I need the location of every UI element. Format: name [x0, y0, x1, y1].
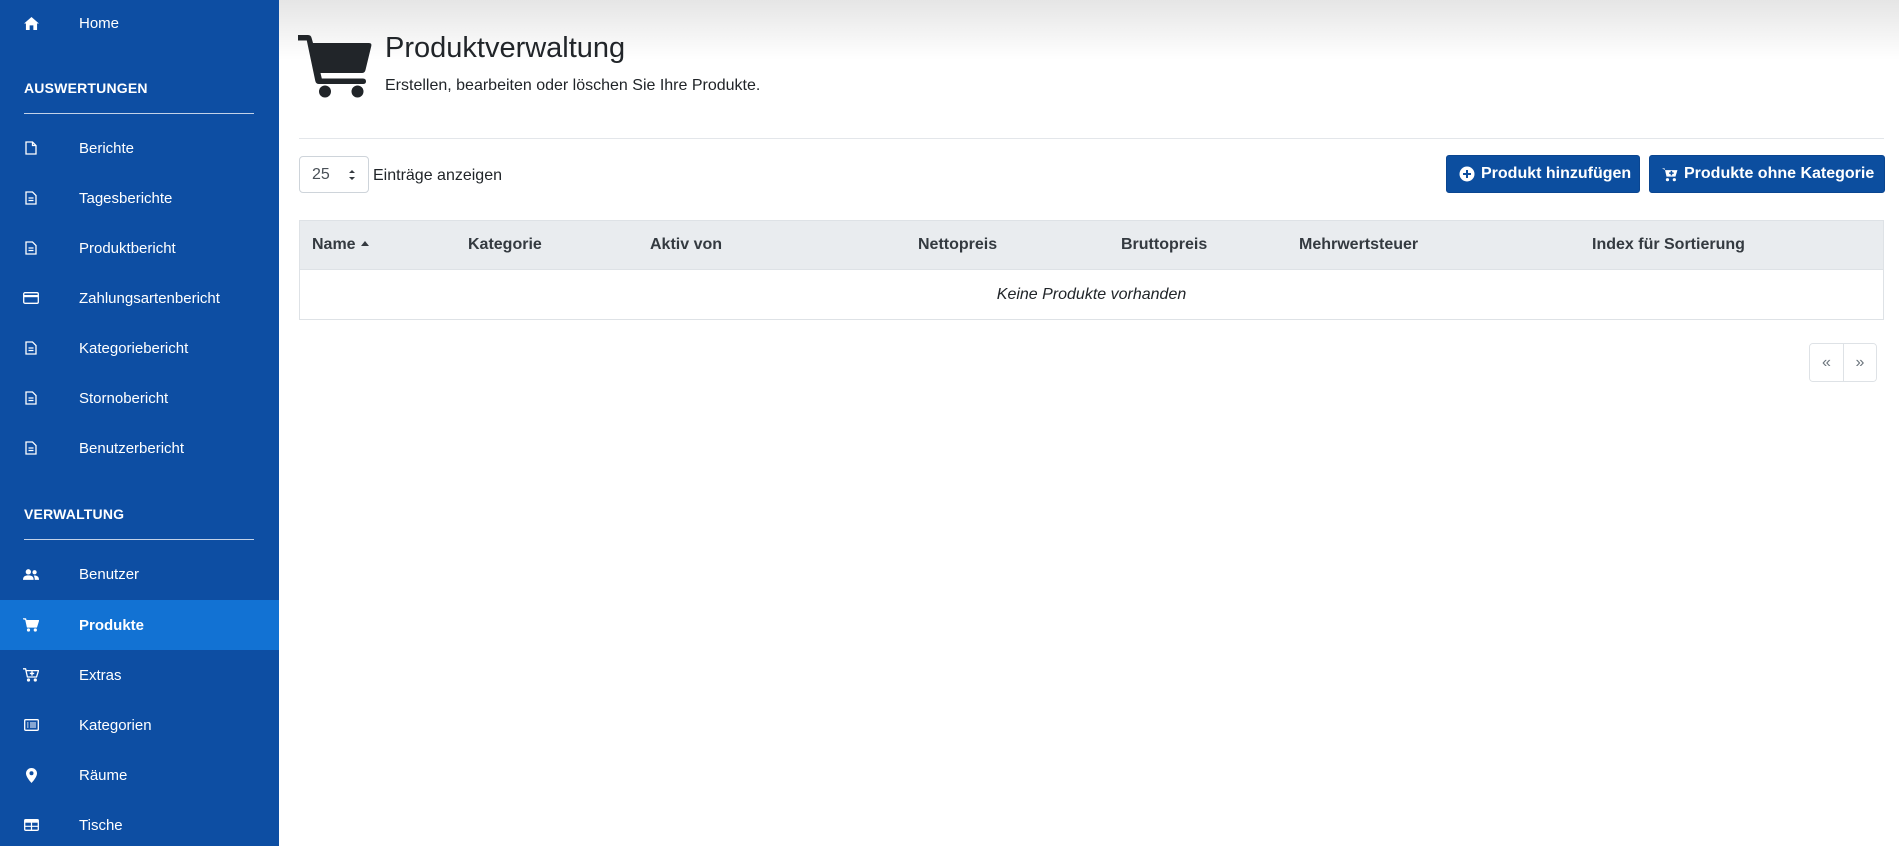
sidebar-item-label: Produkte	[79, 616, 145, 634]
file-text-icon	[23, 190, 39, 206]
cart-plus-icon	[23, 667, 39, 683]
sidebar-item-label: Berichte	[79, 139, 135, 157]
header-divider	[299, 138, 1884, 139]
sidebar-item-produktbericht[interactable]: Produktbericht	[0, 223, 279, 273]
table-empty-message: Keine Produkte vorhanden	[996, 286, 1187, 303]
section-heading-auswertungen: AUSWERTUNGEN	[24, 80, 148, 96]
home-icon	[23, 15, 39, 31]
list-icon	[23, 717, 39, 733]
column-header-aktiv-von[interactable]: Aktiv von	[650, 236, 722, 254]
sidebar-item-label: Benutzer	[79, 565, 140, 583]
sidebar-item-label: Benutzerbericht	[79, 439, 185, 457]
page-length-select[interactable]: 25	[299, 156, 369, 193]
pagination-next-button[interactable]: »	[1843, 344, 1876, 381]
page-subtitle: Erstellen, bearbeiten oder löschen Sie I…	[385, 77, 761, 94]
column-header-bruttopreis[interactable]: Bruttopreis	[1121, 236, 1207, 254]
products-without-category-button[interactable]: Produkte ohne Kategorie	[1649, 155, 1885, 193]
sidebar-item-tische[interactable]: Tische	[0, 800, 279, 846]
sidebar-item-label: Kategorien	[79, 716, 152, 734]
table-icon	[23, 817, 39, 833]
app-root: Home AUSWERTUNGEN Berichte Tagesberichte…	[0, 0, 1899, 846]
column-header-name[interactable]: Name	[312, 236, 369, 254]
table-header: Name Kategorie Aktiv von Nettopreis Brut…	[300, 221, 1883, 270]
file-text-icon	[23, 390, 39, 406]
sidebar-item-label: Stornobericht	[79, 389, 169, 407]
add-product-button[interactable]: Produkt hinzufügen	[1446, 155, 1640, 193]
sidebar-item-label: Räume	[79, 766, 128, 784]
sidebar-item-raeume[interactable]: Räume	[0, 750, 279, 800]
plus-circle-icon	[1459, 166, 1475, 182]
sidebar-item-extras[interactable]: Extras	[0, 650, 279, 700]
sidebar-item-berichte[interactable]: Berichte	[0, 123, 279, 173]
section-divider	[24, 539, 254, 540]
sidebar-item-label: Zahlungsartenbericht	[79, 289, 220, 307]
sidebar-item-kategorien[interactable]: Kategorien	[0, 700, 279, 750]
sidebar: Home AUSWERTUNGEN Berichte Tagesberichte…	[0, 0, 279, 846]
page-length-label: Einträge anzeigen	[373, 167, 502, 184]
products-table: Name Kategorie Aktiv von Nettopreis Brut…	[299, 220, 1884, 320]
products-without-category-label: Produkte ohne Kategorie	[1684, 165, 1875, 182]
pagination-previous-button[interactable]: «	[1810, 344, 1843, 381]
sidebar-item-label: Produktbericht	[79, 239, 176, 257]
pagination: « »	[1809, 343, 1877, 382]
file-text-icon	[23, 340, 39, 356]
column-header-nettopreis[interactable]: Nettopreis	[918, 236, 997, 254]
file-text-icon	[23, 440, 39, 456]
column-header-index-fuer-sortierung[interactable]: Index für Sortierung	[1592, 236, 1745, 254]
page-length-value: 25	[312, 165, 330, 183]
file-text-icon	[23, 240, 39, 256]
cart-plus-icon	[1662, 166, 1678, 182]
section-divider	[24, 113, 254, 114]
sidebar-item-benutzer[interactable]: Benutzer	[0, 549, 279, 599]
sidebar-item-home[interactable]: Home	[0, 0, 279, 48]
sidebar-item-label: Home	[79, 14, 120, 32]
sidebar-item-label: Kategoriebericht	[79, 339, 189, 357]
sort-ascending-icon	[360, 241, 369, 246]
shopping-cart-icon	[298, 32, 372, 98]
sidebar-item-zahlungsartenbericht[interactable]: Zahlungsartenbericht	[0, 273, 279, 323]
sidebar-item-produkte[interactable]: Produkte	[0, 600, 279, 650]
add-product-label: Produkt hinzufügen	[1481, 165, 1632, 182]
sidebar-item-stornobericht[interactable]: Stornobericht	[0, 373, 279, 423]
sidebar-item-label: Extras	[79, 666, 122, 684]
sidebar-item-label: Tagesberichte	[79, 189, 173, 207]
page-title: Produktverwaltung	[385, 32, 626, 64]
sidebar-item-benutzerbericht[interactable]: Benutzerbericht	[0, 423, 279, 473]
column-header-mehrwertsteuer[interactable]: Mehrwertsteuer	[1299, 236, 1418, 254]
users-icon	[23, 566, 39, 582]
credit-card-icon	[23, 290, 39, 306]
sidebar-item-tagesberichte[interactable]: Tagesberichte	[0, 173, 279, 223]
sidebar-item-kategoriebericht[interactable]: Kategoriebericht	[0, 323, 279, 373]
select-arrows-icon	[349, 170, 355, 180]
shopping-cart-icon	[23, 617, 39, 633]
column-header-kategorie[interactable]: Kategorie	[468, 236, 542, 254]
file-icon	[23, 140, 39, 156]
map-marker-icon	[23, 767, 39, 783]
section-heading-verwaltung: VERWALTUNG	[24, 506, 125, 522]
sidebar-item-label: Tische	[79, 816, 123, 834]
